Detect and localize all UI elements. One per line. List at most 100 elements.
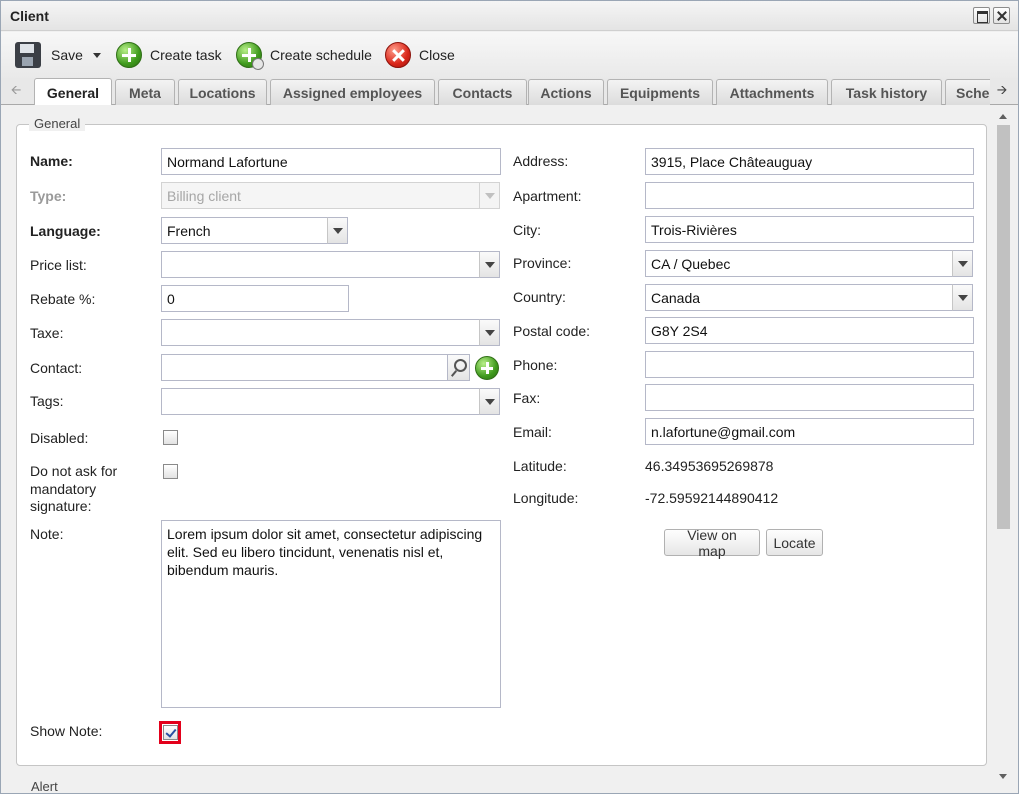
- general-legend: General: [29, 116, 86, 131]
- vertical-scrollbar[interactable]: [995, 106, 1012, 788]
- tab-meta[interactable]: Meta: [115, 79, 175, 105]
- locate-button[interactable]: Locate: [766, 529, 823, 556]
- mandatory-signature-label-line2: mandatory: [30, 481, 97, 497]
- province-dropdown-icon[interactable]: [952, 250, 973, 277]
- email-label: Email:: [513, 424, 552, 440]
- price-list-dropdown-icon[interactable]: [479, 251, 500, 278]
- tags-dropdown-icon[interactable]: [479, 388, 500, 415]
- create-task-label: Create task: [150, 47, 222, 63]
- country-select[interactable]: [645, 284, 953, 311]
- country-dropdown-icon[interactable]: [952, 284, 973, 311]
- add-contact-icon[interactable]: [475, 356, 499, 380]
- phone-input[interactable]: [645, 351, 974, 378]
- save-button[interactable]: Save: [15, 40, 101, 70]
- note-label: Note:: [30, 526, 64, 542]
- fax-label: Fax:: [513, 390, 541, 406]
- tab-scroll-right-icon[interactable]: 🡪: [993, 81, 1011, 103]
- postal-code-input[interactable]: [645, 317, 974, 344]
- disabled-checkbox[interactable]: [163, 430, 178, 445]
- toolbar: Save Create task Create schedule Close: [1, 32, 1018, 78]
- maximize-icon[interactable]: [973, 7, 990, 24]
- fax-input[interactable]: [645, 384, 974, 411]
- close-window-icon[interactable]: [993, 7, 1010, 24]
- tab-schedule[interactable]: Sche: [945, 79, 990, 105]
- close-icon: [385, 42, 411, 68]
- longitude-label: Longitude:: [513, 490, 579, 506]
- disabled-label: Disabled:: [30, 430, 89, 446]
- address-label: Address:: [513, 153, 569, 169]
- client-window: Client Save Create task Create schedule …: [0, 0, 1019, 794]
- language-select[interactable]: [161, 217, 328, 244]
- tab-actions[interactable]: Actions: [528, 79, 604, 105]
- province-select[interactable]: [645, 250, 953, 277]
- mandatory-signature-label-line1: Do not ask for: [30, 463, 118, 479]
- rebate-label: Rebate %:: [30, 291, 96, 307]
- price-list-select[interactable]: [161, 251, 480, 278]
- apartment-label: Apartment:: [513, 188, 582, 204]
- latitude-label: Latitude:: [513, 458, 567, 474]
- type-dropdown-icon: [479, 182, 500, 209]
- scroll-thumb[interactable]: [997, 125, 1010, 529]
- tab-locations[interactable]: Locations: [178, 79, 267, 105]
- window-title: Client: [10, 8, 49, 24]
- mandatory-signature-checkbox[interactable]: [163, 464, 178, 479]
- create-task-button[interactable]: Create task: [116, 40, 222, 70]
- province-label: Province:: [513, 255, 572, 271]
- floppy-disk-icon: [15, 42, 41, 68]
- general-panel: General Name: Type: Language: Price list…: [1, 106, 995, 794]
- apartment-input[interactable]: [645, 182, 974, 209]
- chevron-down-icon[interactable]: [92, 52, 101, 58]
- type-select: [161, 182, 480, 209]
- tab-equipments[interactable]: Equipments: [607, 79, 713, 105]
- tab-attachments[interactable]: Attachments: [716, 79, 828, 105]
- language-label: Language:: [30, 223, 101, 239]
- add-schedule-icon: [236, 42, 264, 70]
- email-input[interactable]: [645, 418, 974, 445]
- address-input[interactable]: [645, 148, 974, 175]
- create-schedule-label: Create schedule: [270, 47, 372, 63]
- tab-list: General Meta Locations Assigned employee…: [34, 78, 990, 105]
- title-bar: Client: [1, 1, 1018, 31]
- close-button[interactable]: Close: [385, 40, 455, 70]
- save-label: Save: [51, 47, 83, 63]
- phone-label: Phone:: [513, 357, 558, 373]
- country-label: Country:: [513, 289, 566, 305]
- alert-legend: Alert: [31, 779, 58, 794]
- price-list-label: Price list:: [30, 257, 87, 273]
- tab-strip: 🡨 General Meta Locations Assigned employ…: [1, 78, 1018, 105]
- tags-label: Tags:: [30, 393, 64, 409]
- mandatory-signature-label-line3: signature:: [30, 498, 92, 514]
- postal-code-label: Postal code:: [513, 323, 591, 339]
- language-dropdown-icon[interactable]: [327, 217, 348, 244]
- scroll-up-icon[interactable]: [999, 114, 1007, 119]
- taxe-select[interactable]: [161, 319, 480, 346]
- add-icon: [116, 42, 142, 68]
- latitude-value: 46.34953695269878: [645, 458, 774, 474]
- create-schedule-button[interactable]: Create schedule: [236, 40, 372, 70]
- tab-task-history[interactable]: Task history: [831, 79, 942, 105]
- contact-input[interactable]: [161, 354, 448, 381]
- scroll-down-icon[interactable]: [999, 774, 1007, 779]
- name-input[interactable]: [161, 148, 501, 175]
- taxe-label: Taxe:: [30, 325, 64, 341]
- tags-select[interactable]: [161, 388, 480, 415]
- tab-contacts[interactable]: Contacts: [438, 79, 527, 105]
- rebate-input[interactable]: [161, 285, 349, 312]
- tab-general[interactable]: General: [34, 78, 112, 105]
- contact-label: Contact:: [30, 360, 83, 376]
- city-input[interactable]: [645, 216, 974, 243]
- taxe-dropdown-icon[interactable]: [479, 319, 500, 346]
- close-label: Close: [419, 47, 455, 63]
- view-on-map-button[interactable]: View on map: [664, 527, 760, 559]
- longitude-value: -72.59592144890412: [645, 490, 779, 506]
- tab-assigned-employees[interactable]: Assigned employees: [270, 79, 435, 105]
- clock-icon: [252, 58, 264, 70]
- show-note-checkbox[interactable]: [163, 725, 178, 740]
- type-label: Type:: [30, 188, 67, 204]
- city-label: City:: [513, 222, 541, 238]
- show-note-label: Show Note:: [30, 723, 103, 739]
- search-icon[interactable]: [447, 354, 470, 381]
- note-textarea[interactable]: Lorem ipsum dolor sit amet, consectetur …: [161, 520, 501, 708]
- tab-scroll-left-icon[interactable]: 🡨: [7, 81, 25, 103]
- name-label: Name:: [30, 153, 73, 169]
